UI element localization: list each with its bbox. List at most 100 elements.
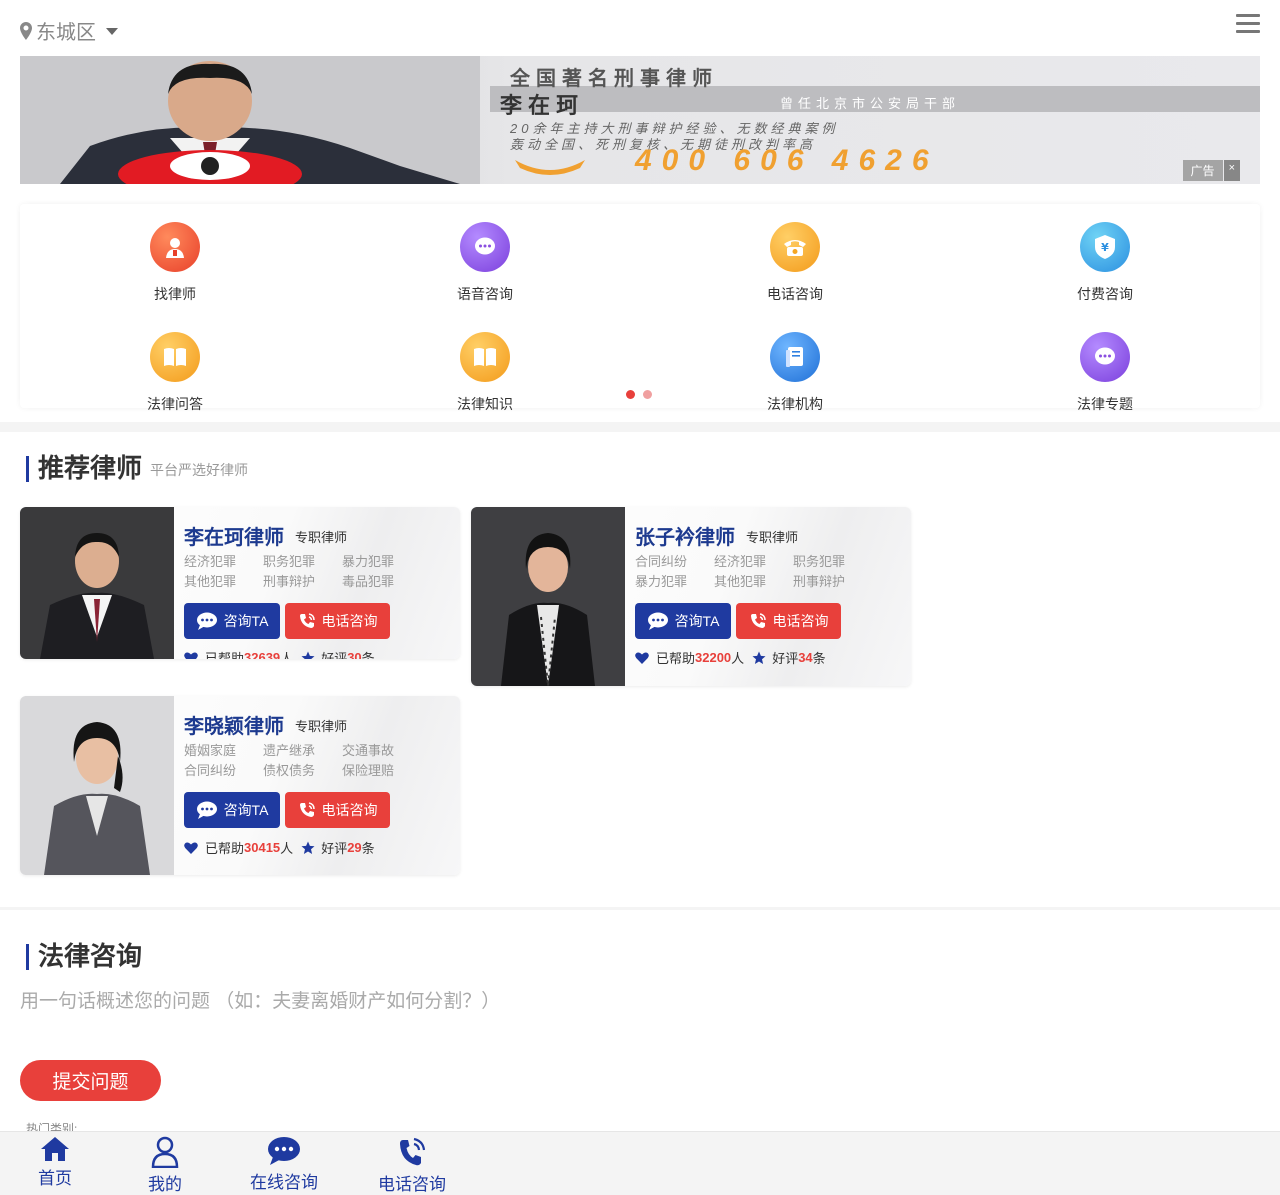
service-voice-consult[interactable]: 语音咨询 <box>330 222 640 304</box>
service-paid-consult[interactable]: ¥ 付费咨询 <box>950 222 1260 304</box>
ad-banner[interactable]: 全国著名刑事律师 李在珂 曾任北京市公安局干部 20余年主持大刑事辩护经验、无数… <box>20 56 1260 184</box>
phone-call-icon <box>400 1137 426 1166</box>
lawyer-card[interactable]: 张子衿律师 专职律师 合同纠纷 经济犯罪 职务犯罪 暴力犯罪 其他犯罪 刑事辩护… <box>471 507 911 686</box>
service-legal-knowledge[interactable]: 法律知识 <box>330 332 640 414</box>
service-label: 法律问答 <box>147 396 203 412</box>
carousel-dots <box>626 390 652 399</box>
nav-mine[interactable]: 我的 <box>140 1136 190 1195</box>
stats-text: 条 <box>812 651 826 666</box>
tag: 交通事故 <box>342 743 395 758</box>
ad-badge: 广告 × <box>1182 160 1240 181</box>
carousel-dot[interactable] <box>643 390 652 399</box>
lawyer-name[interactable]: 张子衿律师 <box>635 521 735 550</box>
banner-name: 李在珂 <box>500 93 585 118</box>
tag: 合同纠纷 <box>635 554 688 569</box>
lawyer-rank: 专职律师 <box>295 719 348 734</box>
book-icon <box>150 332 200 382</box>
tag: 其他犯罪 <box>714 574 767 589</box>
tag: 职务犯罪 <box>263 554 316 569</box>
tag: 职务犯罪 <box>793 554 846 569</box>
tag: 保险理赔 <box>342 763 395 778</box>
location-label: 东城区 <box>36 22 96 44</box>
consult-ta-button[interactable]: 咨询TA <box>184 792 280 828</box>
nav-label: 电话咨询 <box>378 1175 446 1194</box>
service-find-lawyer[interactable]: 找律师 <box>20 222 330 304</box>
tag: 刑事辩护 <box>263 574 316 589</box>
button-label: 咨询TA <box>674 613 720 629</box>
service-label: 法律机构 <box>767 396 823 412</box>
lawyer-stats: 已帮助 30415 人 好评 29 条 <box>184 838 375 857</box>
lawyer-rank: 专职律师 <box>746 530 799 545</box>
banner-subtitle: 曾任北京市公安局干部 <box>780 96 961 111</box>
chevron-down-icon <box>106 28 118 35</box>
location-pin-icon <box>20 21 32 40</box>
stats-text: 好评 <box>321 651 348 659</box>
star-icon <box>301 841 315 854</box>
stats-text: 好评 <box>321 841 348 856</box>
nav-label: 在线咨询 <box>250 1173 318 1192</box>
service-legal-institution[interactable]: 法律机构 <box>640 332 950 414</box>
document-icon <box>770 332 820 382</box>
lawyer-photo <box>20 507 174 659</box>
book-icon <box>460 332 510 382</box>
payment-shield-icon: ¥ <box>1080 222 1130 272</box>
heart-icon <box>635 652 649 664</box>
consult-ta-button[interactable]: 咨询TA <box>635 603 731 639</box>
service-phone-consult[interactable]: 电话咨询 <box>640 222 950 304</box>
lawyer-stats: 已帮助 32639 人 好评 30 条 <box>184 648 375 659</box>
tag: 其他犯罪 <box>184 574 237 589</box>
stats-text: 已帮助 <box>205 841 245 856</box>
heart-icon <box>184 842 198 854</box>
helped-count: 32639 <box>244 650 281 659</box>
helped-count: 30415 <box>244 840 281 855</box>
tag: 债权债务 <box>263 763 316 778</box>
nav-home[interactable]: 首页 <box>30 1136 80 1189</box>
lawyer-stats: 已帮助 32200 人 好评 34 条 <box>635 648 826 667</box>
section-accent-bar <box>26 456 29 482</box>
stats-text: 好评 <box>772 651 799 666</box>
button-label: 电话咨询 <box>772 613 829 629</box>
lawyer-name[interactable]: 李在珂律师 <box>184 521 284 550</box>
question-input[interactable]: 用一句话概述您的问题 （如：夫妻离婚财产如何分割？） <box>20 986 820 1013</box>
lawyer-icon <box>150 222 200 272</box>
tag: 经济犯罪 <box>714 554 767 569</box>
service-label: 法律专题 <box>1077 396 1133 412</box>
star-icon <box>752 651 766 664</box>
lawyer-card[interactable]: 李在珂律师 专职律师 经济犯罪 职务犯罪 暴力犯罪 其他犯罪 刑事辩护 毒品犯罪… <box>20 507 460 659</box>
svg-text:¥: ¥ <box>1101 241 1109 254</box>
tag: 刑事辩护 <box>793 574 846 589</box>
nav-phone-consult[interactable]: 电话咨询 <box>372 1136 452 1195</box>
nav-online-consult[interactable]: 在线咨询 <box>244 1136 324 1193</box>
submit-question-button[interactable]: 提交问题 <box>20 1060 161 1101</box>
lawyer-rank: 专职律师 <box>295 530 348 545</box>
lawyer-name[interactable]: 李晓颖律师 <box>184 710 284 739</box>
lawyer-tags: 婚姻家庭 遗产继承 交通事故 合同纠纷 债权债务 保险理赔 <box>184 741 454 781</box>
consult-section: 法律咨询 用一句话概述您的问题 （如：夫妻离婚财产如何分割？） 提交问题 热门类… <box>0 910 1280 1136</box>
close-ad-button[interactable]: × <box>1223 160 1240 181</box>
button-label: 电话咨询 <box>321 613 378 629</box>
button-label: 咨询TA <box>223 802 269 818</box>
banner-lawyer-photo <box>20 56 480 184</box>
phone-consult-button[interactable]: 电话咨询 <box>285 603 390 639</box>
lawyer-card[interactable]: 李晓颖律师 专职律师 婚姻家庭 遗产继承 交通事故 合同纠纷 债权债务 保险理赔… <box>20 696 460 875</box>
chat-bubble-icon <box>1080 332 1130 382</box>
consult-ta-button[interactable]: 咨询TA <box>184 603 280 639</box>
phone-consult-button[interactable]: 电话咨询 <box>736 603 841 639</box>
carousel-dot-active[interactable] <box>626 390 635 399</box>
banner-section: 全国著名刑事律师 李在珂 曾任北京市公安局干部 20余年主持大刑事辩护经验、无数… <box>0 56 1280 422</box>
phone-consult-button[interactable]: 电话咨询 <box>285 792 390 828</box>
service-legal-topics[interactable]: 法律专题 <box>950 332 1260 414</box>
service-legal-qa[interactable]: 法律问答 <box>20 332 330 414</box>
stats-text: 人 <box>280 651 294 659</box>
reviews-count: 29 <box>347 840 362 855</box>
service-label: 法律知识 <box>457 396 513 412</box>
location-selector[interactable]: 东城区 <box>20 16 118 45</box>
tag: 暴力犯罪 <box>342 554 395 569</box>
user-icon <box>151 1136 179 1168</box>
hamburger-menu-icon[interactable] <box>1236 14 1260 36</box>
reviews-count: 30 <box>347 650 362 659</box>
stats-text: 条 <box>361 841 375 856</box>
tag: 毒品犯罪 <box>342 574 395 589</box>
tag: 遗产继承 <box>263 743 316 758</box>
home-icon <box>41 1137 69 1161</box>
